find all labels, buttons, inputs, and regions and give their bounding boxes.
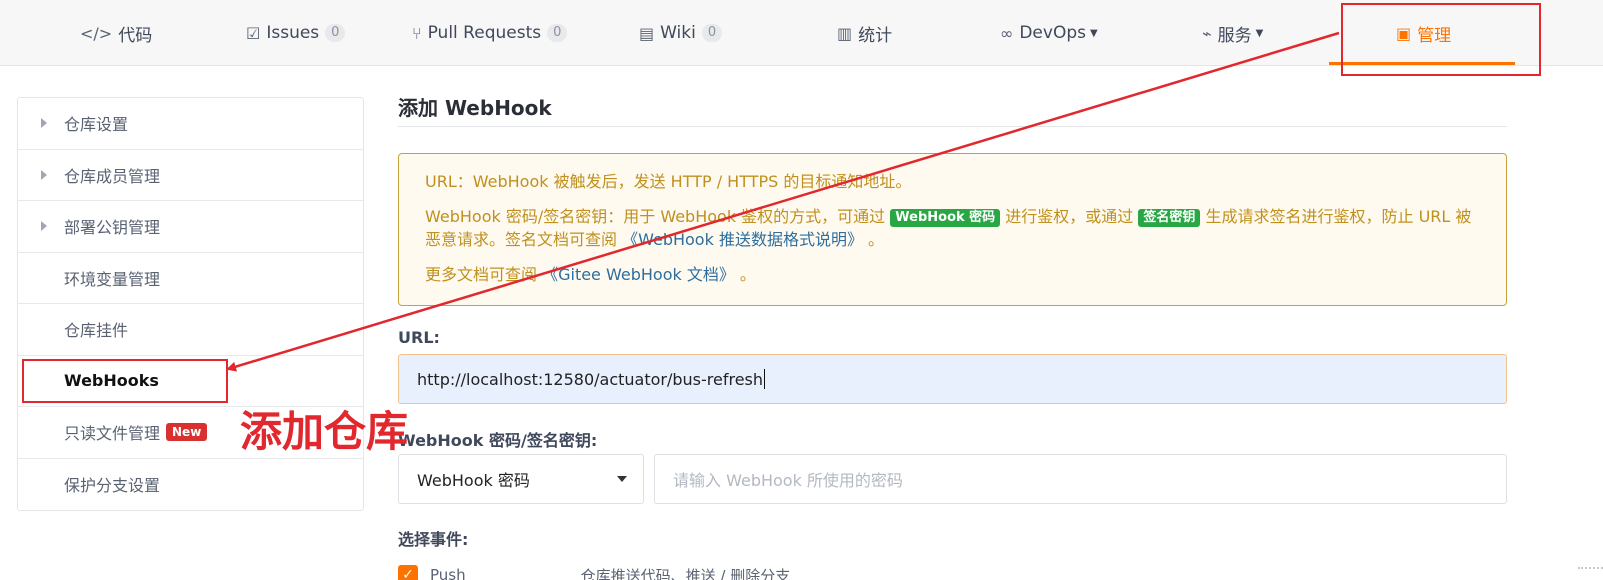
format-doc-link[interactable]: 《WebHook 推送数据格式说明》 [622,230,863,249]
sidebar-item-label: 仓库设置 [64,115,129,135]
url-input-value: http://localhost:12580/actuator/bus-refr… [417,369,764,389]
code-icon: </> [80,23,113,43]
infinity-icon: ∞ [1000,23,1014,43]
notice-text: 。 [862,230,885,249]
secret-password-placeholder: 请输入 WebHook 所使用的密码 [673,471,903,490]
sidebar-item-label: 仓库挂件 [64,321,129,341]
tab-issues[interactable]: ☑ Issues 0 [246,0,346,66]
url-label: URL: [398,328,440,347]
sidebar-item-env-vars[interactable]: 环境变量管理 [18,253,363,304]
pull-request-icon: ⑂ [412,23,422,43]
notice-text: 进行鉴权，或通过 [1000,207,1139,226]
info-notice: URL：WebHook 被触发后，发送 HTTP / HTTPS 的目标通知地址… [398,153,1507,306]
sidebar-item-protected-branches[interactable]: 保护分支设置 [18,459,363,511]
tab-label: Wiki [660,23,696,43]
wiki-icon: ▤ [639,23,655,43]
tab-label: Issues [266,23,320,43]
url-input[interactable]: http://localhost:12580/actuator/bus-refr… [398,354,1507,404]
push-event-label: Push [430,566,466,580]
tab-services[interactable]: ⌁ 服务 ▼ [1202,0,1263,66]
tab-pull-requests[interactable]: ⑂ Pull Requests 0 [412,0,568,66]
scroll-indicator [1578,567,1603,569]
tab-label: Pull Requests [427,23,542,43]
gitee-doc-link[interactable]: 《Gitee WebHook 文档》 [542,265,735,284]
expand-triangle-icon [41,118,47,129]
secret-password-input[interactable]: 请输入 WebHook 所使用的密码 [654,454,1507,504]
stats-icon: ▥ [837,23,853,43]
sidebar-item-label: 部署公钥管理 [64,218,161,238]
sidebar-item-label: 只读文件管理 [64,424,161,444]
notice-url-text: URL：WebHook 被触发后，发送 HTTP / HTTPS 的目标通知地址… [425,172,912,191]
issues-count-badge: 0 [325,24,346,42]
password-badge: WebHook 密码 [890,209,1001,227]
events-label: 选择事件: [398,530,469,549]
pull-requests-count-badge: 0 [547,24,568,42]
caret-down-icon: ▼ [1255,27,1264,39]
secret-type-select[interactable]: WebHook 密码 [398,454,644,504]
annotation-box-manage-tab [1341,3,1541,76]
push-event-checkbox[interactable]: ✓ [398,565,418,580]
expand-triangle-icon [41,169,47,180]
issues-icon: ☑ [246,23,261,43]
tab-devops[interactable]: ∞ DevOps ▼ [1000,0,1098,66]
sidebar-item-label: 环境变量管理 [64,269,161,289]
notice-text: 更多文档可查阅 [425,265,543,284]
tab-wiki[interactable]: ▤ Wiki 0 [639,0,723,66]
page-title: 添加 WebHook [398,96,552,120]
sidebar-item-members[interactable]: 仓库成员管理 [18,150,363,201]
secret-type-value: WebHook 密码 [417,471,530,490]
annotation-box-webhooks [22,359,228,403]
notice-secret-text: WebHook 密码/签名密钥：用于 WebHook 鉴权的方式，可通过 Web… [425,205,1480,251]
secret-label: WebHook 密码/签名密钥: [398,431,598,450]
title-divider [398,126,1507,127]
tab-code[interactable]: </> 代码 [80,0,152,66]
annotation-text: 添加仓库 [240,407,409,456]
tab-label: 统计 [858,25,893,46]
tab-label: DevOps [1019,23,1086,43]
wiki-count-badge: 0 [701,24,723,42]
sidebar-item-deploy-keys[interactable]: 部署公钥管理 [18,201,363,253]
sidebar-item-repo-settings[interactable]: 仓库设置 [18,98,363,150]
push-event-description: 仓库推送代码、推送 / 删除分支 [580,566,791,580]
pulse-icon: ⌁ [1202,23,1212,43]
notice-text: 。 [734,265,756,284]
sidebar-item-label: 保护分支设置 [64,476,161,496]
signature-badge: 签名密钥 [1138,209,1201,227]
new-badge: New [166,423,208,442]
notice-text: WebHook 密码/签名密钥：用于 WebHook 鉴权的方式，可通过 [425,207,891,226]
caret-down-icon: ▼ [1089,27,1098,39]
tab-label: 服务 [1217,25,1252,46]
dropdown-arrow-icon [617,476,627,482]
sidebar-item-widgets[interactable]: 仓库挂件 [18,304,363,356]
tab-stats[interactable]: ▥ 统计 [837,0,892,66]
event-push-row: ✓ Push 仓库推送代码、推送 / 删除分支 [398,565,790,580]
sidebar-item-label: 仓库成员管理 [64,166,161,186]
expand-triangle-icon [41,221,47,232]
text-cursor [764,369,766,389]
notice-docs-text: 更多文档可查阅 《Gitee WebHook 文档》 。 [425,263,1480,286]
tab-label: 代码 [118,25,153,46]
